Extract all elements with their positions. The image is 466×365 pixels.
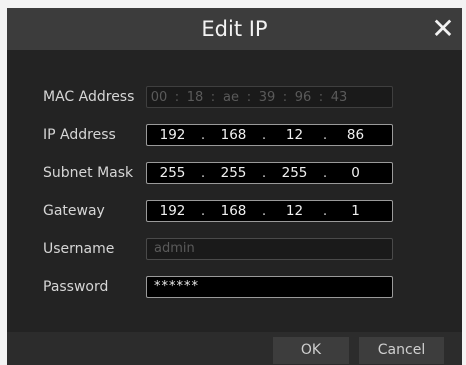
ip-separator: . (261, 127, 267, 143)
mac-octet-3: ae (223, 89, 239, 105)
subnet-separator: . (261, 165, 267, 181)
gateway-octet-1[interactable]: 192 (147, 203, 198, 219)
ip-octet-2[interactable]: 168 (208, 127, 259, 143)
ip-address-field[interactable]: 192 . 168 . 12 . 86 (146, 124, 393, 146)
subnet-separator: . (322, 165, 328, 181)
mac-octet-5: 96 (294, 89, 312, 105)
gateway-octet-3[interactable]: 12 (269, 203, 320, 219)
subnet-mask-label: Subnet Mask (43, 165, 134, 181)
gateway-separator: . (322, 203, 328, 219)
gateway-octet-4[interactable]: 1 (330, 203, 381, 219)
mac-address-label: MAC Address (43, 89, 135, 105)
edit-ip-dialog: Edit IP ✕ MAC Address 00 : 18 : ae : 39 … (7, 8, 462, 365)
ok-button[interactable]: OK (273, 337, 349, 364)
gateway-separator: . (261, 203, 267, 219)
subnet-octet-1[interactable]: 255 (147, 165, 198, 181)
subnet-mask-field[interactable]: 255 . 255 . 255 . 0 (146, 162, 393, 184)
subnet-separator: . (200, 165, 206, 181)
password-field[interactable]: ****** (146, 276, 393, 298)
subnet-octet-4[interactable]: 0 (330, 165, 381, 181)
gateway-field[interactable]: 192 . 168 . 12 . 1 (146, 200, 393, 222)
password-label: Password (43, 279, 109, 295)
subnet-octet-3[interactable]: 255 (269, 165, 320, 181)
mac-octet-2: 18 (186, 89, 204, 105)
mac-octet-1: 00 (150, 89, 168, 105)
username-field[interactable]: admin (146, 238, 393, 260)
cancel-button[interactable]: Cancel (359, 337, 444, 364)
ip-separator: . (322, 127, 328, 143)
dialog-body: MAC Address 00 : 18 : ae : 39 : 96 : 43 … (7, 50, 462, 332)
close-icon[interactable]: ✕ (428, 14, 458, 44)
mac-separator: : (318, 89, 324, 105)
dialog-titlebar: Edit IP ✕ (7, 8, 462, 50)
gateway-separator: . (200, 203, 206, 219)
username-placeholder: admin (154, 241, 195, 256)
username-label: Username (43, 241, 115, 257)
mac-separator: : (282, 89, 288, 105)
dialog-footer: OK Cancel (7, 332, 462, 365)
ip-octet-3[interactable]: 12 (269, 127, 320, 143)
subnet-octet-2[interactable]: 255 (208, 165, 259, 181)
ip-separator: . (200, 127, 206, 143)
mac-octet-4: 39 (258, 89, 276, 105)
password-value: ****** (154, 279, 199, 294)
gateway-label: Gateway (43, 203, 105, 219)
mac-address-field: 00 : 18 : ae : 39 : 96 : 43 (146, 86, 393, 108)
mac-separator: : (246, 89, 252, 105)
ip-octet-4[interactable]: 86 (330, 127, 381, 143)
ip-address-label: IP Address (43, 127, 116, 143)
dialog-title: Edit IP (201, 17, 268, 41)
mac-separator: : (174, 89, 180, 105)
ip-octet-1[interactable]: 192 (147, 127, 198, 143)
gateway-octet-2[interactable]: 168 (208, 203, 259, 219)
mac-octet-6: 43 (330, 89, 348, 105)
mac-separator: : (210, 89, 216, 105)
